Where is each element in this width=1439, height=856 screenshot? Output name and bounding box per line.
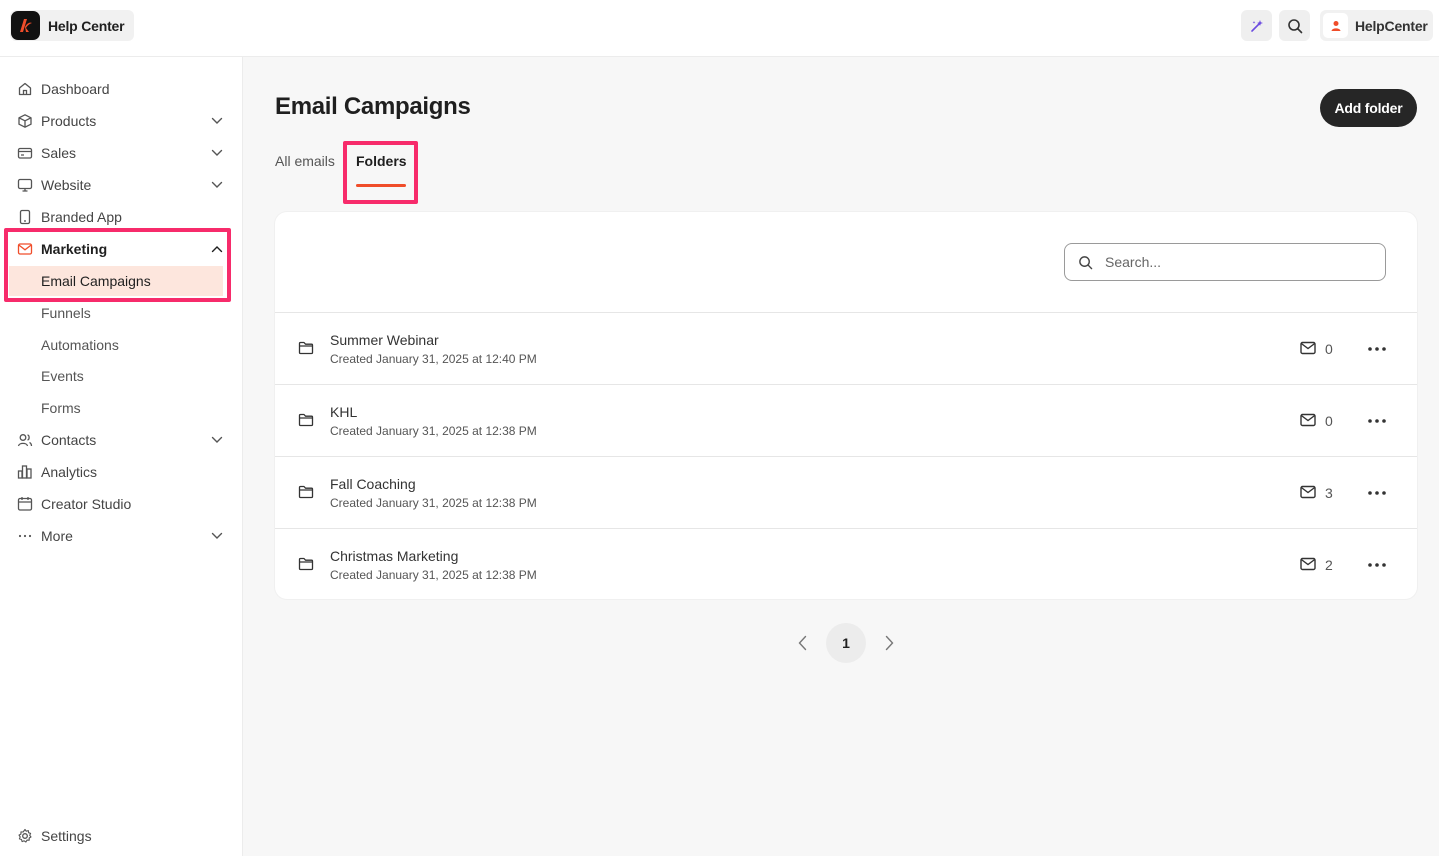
brand-logo-icon — [11, 11, 40, 40]
email-count: 0 — [1325, 341, 1333, 357]
sidebar-item-label: Website — [41, 177, 92, 193]
mail-icon — [1300, 557, 1316, 576]
search-field[interactable] — [1064, 243, 1386, 281]
folder-row[interactable]: Summer Webinar Created January 31, 2025 … — [275, 313, 1417, 385]
sidebar-item-dashboard[interactable]: Dashboard — [9, 75, 231, 103]
page-number-button[interactable]: 1 — [826, 623, 866, 663]
chevron-down-icon — [203, 532, 231, 540]
tab-all-emails[interactable]: All emails — [275, 153, 335, 169]
next-page-button[interactable] — [880, 633, 898, 653]
email-count: 2 — [1325, 557, 1333, 573]
folder-created: Created January 31, 2025 at 12:38 PM — [330, 568, 537, 582]
folders-card: Summer Webinar Created January 31, 2025 … — [275, 212, 1417, 599]
ai-sparkle-button[interactable] — [1241, 10, 1272, 41]
email-count: 0 — [1325, 413, 1333, 429]
ellipsis-icon — [1368, 563, 1386, 567]
user-icon — [1331, 20, 1340, 31]
folder-created: Created January 31, 2025 at 12:38 PM — [330, 496, 537, 510]
folder-row[interactable]: Fall Coaching Created January 31, 2025 a… — [275, 457, 1417, 529]
brand-name: Help Center — [48, 17, 125, 34]
sidebar-item-label: Settings — [41, 828, 92, 844]
mail-icon — [1300, 341, 1316, 360]
chevron-down-icon — [203, 181, 231, 189]
ellipsis-icon — [9, 528, 41, 544]
phone-icon — [9, 209, 41, 225]
box-icon — [9, 113, 41, 129]
sidebar-item-sales[interactable]: Sales — [9, 139, 231, 167]
sidebar-item-contacts[interactable]: Contacts — [9, 426, 231, 454]
folder-name: Summer Webinar — [330, 332, 439, 348]
sidebar-item-creator-studio[interactable]: Creator Studio — [9, 490, 231, 518]
folder-name: Fall Coaching — [330, 476, 416, 492]
folder-name: KHL — [330, 404, 358, 420]
folder-created: Created January 31, 2025 at 12:38 PM — [330, 424, 537, 438]
highlight-marketing-annotation — [4, 228, 231, 302]
more-options-button[interactable] — [1365, 338, 1389, 360]
sidebar-item-label: Branded App — [41, 209, 122, 225]
folder-icon — [298, 557, 314, 576]
mail-icon — [1300, 485, 1316, 504]
chevron-left-icon — [798, 635, 806, 651]
user-menu-button[interactable]: HelpCenter — [1320, 10, 1433, 41]
mail-icon — [1300, 413, 1316, 432]
search-icon — [1065, 255, 1105, 270]
sidebar-item-branded-app[interactable]: Branded App — [9, 203, 231, 231]
brand-button[interactable]: Help Center — [10, 10, 135, 41]
search-icon — [1287, 18, 1302, 33]
ellipsis-icon — [1368, 419, 1386, 423]
sidebar-item-label: More — [41, 528, 73, 544]
more-options-button[interactable] — [1365, 482, 1389, 504]
sidebar-subitem-funnels[interactable]: Funnels — [9, 298, 223, 328]
bar-chart-icon — [9, 464, 41, 480]
sidebar-item-label: Sales — [41, 145, 77, 161]
chevron-right-icon — [885, 635, 893, 651]
chevron-down-icon — [203, 436, 231, 444]
chevron-down-icon — [203, 117, 231, 125]
sparkle-icon — [1250, 19, 1263, 32]
sidebar-item-settings[interactable]: Settings — [9, 822, 231, 850]
search-input[interactable] — [1105, 254, 1365, 270]
gear-icon — [9, 828, 41, 844]
avatar — [1323, 13, 1348, 38]
folder-row[interactable]: KHL Created January 31, 2025 at 12:38 PM… — [275, 385, 1417, 457]
more-options-button[interactable] — [1365, 554, 1389, 576]
previous-page-button[interactable] — [793, 633, 811, 653]
sidebar-item-products[interactable]: Products — [9, 107, 231, 135]
folder-name: Christmas Marketing — [330, 548, 459, 564]
sidebar-item-analytics[interactable]: Analytics — [9, 458, 231, 486]
folder-created: Created January 31, 2025 at 12:40 PM — [330, 352, 537, 366]
sidebar-item-website[interactable]: Website — [9, 171, 231, 199]
folder-icon — [298, 413, 314, 432]
sidebar-subitem-automations[interactable]: Automations — [9, 330, 223, 360]
sidebar-item-label: Contacts — [41, 432, 97, 448]
sidebar-item-label: Dashboard — [41, 81, 110, 97]
chevron-down-icon — [203, 149, 231, 157]
sidebar-item-more[interactable]: More — [9, 522, 231, 550]
add-folder-button[interactable]: Add folder — [1320, 89, 1417, 127]
sidebar-item-label: Creator Studio — [41, 496, 132, 512]
folder-icon — [298, 485, 314, 504]
home-icon — [9, 81, 41, 97]
folder-row[interactable]: Christmas Marketing Created January 31, … — [275, 529, 1417, 599]
user-name: HelpCenter — [1355, 17, 1428, 34]
calendar-icon — [9, 496, 41, 512]
page-title: Email Campaigns — [275, 93, 471, 120]
sidebar-subitem-forms[interactable]: Forms — [9, 393, 223, 423]
ellipsis-icon — [1368, 491, 1386, 495]
email-count: 3 — [1325, 485, 1333, 501]
sidebar-item-label: Analytics — [41, 464, 98, 480]
users-icon — [9, 432, 41, 448]
folder-icon — [298, 341, 314, 360]
ellipsis-icon — [1368, 347, 1386, 351]
sidebar-subitem-events[interactable]: Events — [9, 361, 223, 391]
monitor-icon — [9, 177, 41, 193]
highlight-folders-tab-annotation — [343, 141, 418, 204]
more-options-button[interactable] — [1365, 410, 1389, 432]
search-button[interactable] — [1279, 10, 1310, 41]
sidebar-item-label: Products — [41, 113, 97, 129]
credit-card-icon — [9, 145, 41, 161]
top-bar: Help Center HelpCenter — [0, 0, 1439, 57]
